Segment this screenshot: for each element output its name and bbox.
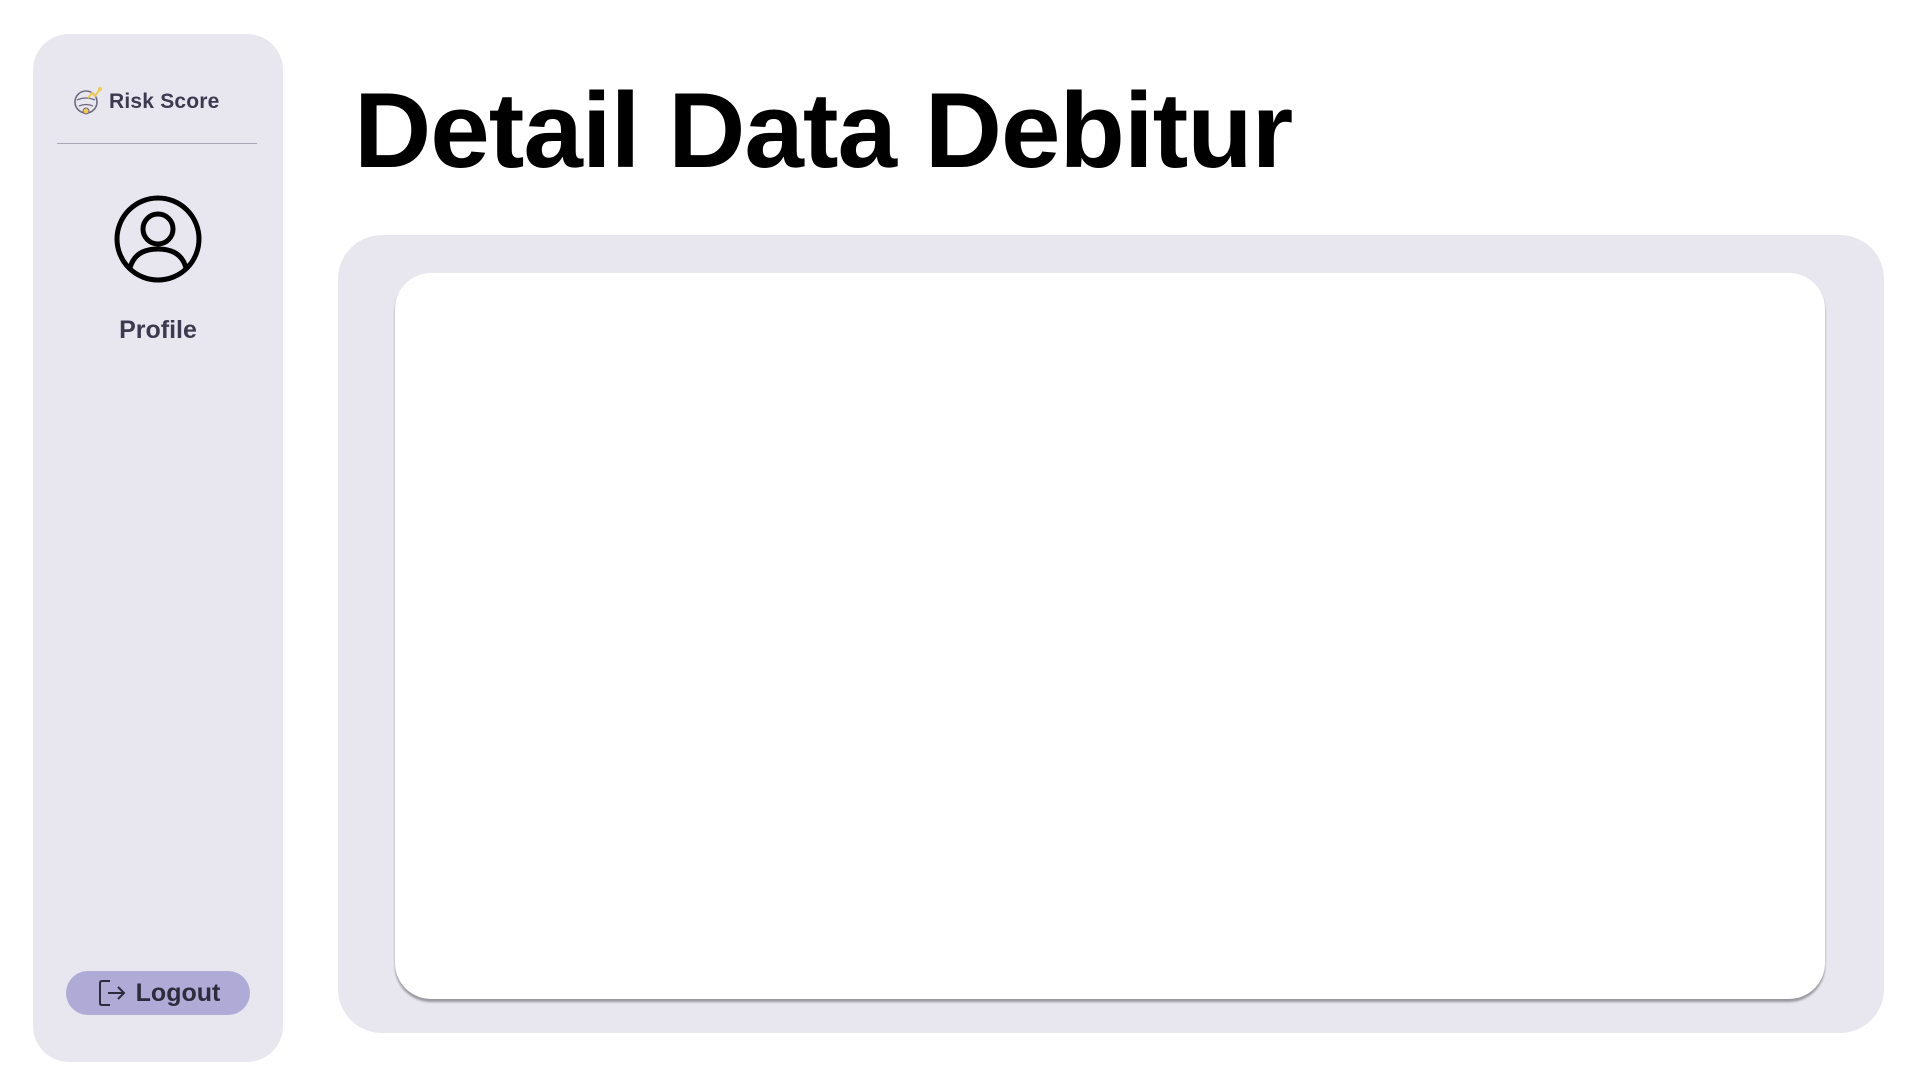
brain-graph-icon	[74, 87, 102, 115]
logout-button[interactable]: Logout	[66, 971, 250, 1015]
detail-card	[395, 273, 1825, 999]
logout-icon	[98, 980, 126, 1006]
sidebar: Risk Score Profile Logout	[33, 34, 283, 1062]
sidebar-item-label: Profile	[119, 316, 197, 344]
sidebar-item-profile[interactable]: Profile	[83, 194, 233, 345]
user-circle-icon	[114, 195, 202, 283]
brand[interactable]: Risk Score	[71, 84, 220, 120]
brand-divider	[57, 143, 257, 144]
brand-name: Risk Score	[109, 90, 220, 113]
logout-label: Logout	[135, 978, 221, 1007]
content-panel	[338, 235, 1884, 1033]
page-title: Detail Data Debitur	[354, 70, 1293, 190]
